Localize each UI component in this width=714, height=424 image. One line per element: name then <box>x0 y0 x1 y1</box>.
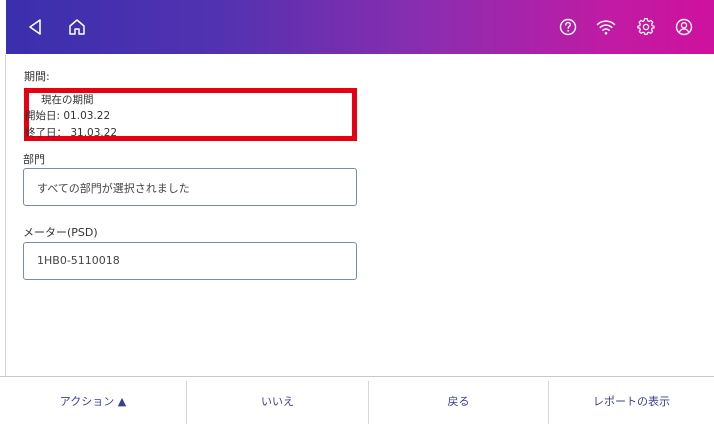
department-label: 部門 <box>23 153 45 166</box>
meter-field[interactable]: 1HB0-5110018 <box>23 242 357 280</box>
bottom-action-bar: アクション ▲ いいえ 戻る レポートの表示 <box>0 376 714 424</box>
period-start-date: 開始日: 01.03.22 <box>25 110 111 122</box>
department-value: すべての部門が選択されました <box>37 182 190 195</box>
back-label: 戻る <box>447 395 470 408</box>
no-button[interactable]: いいえ <box>187 377 368 424</box>
period-end-date: 終了日： 31.03.22 <box>25 127 118 139</box>
back-icon[interactable] <box>21 13 49 41</box>
account-icon[interactable] <box>670 13 698 41</box>
help-icon[interactable] <box>554 13 582 41</box>
show-report-button[interactable]: レポートの表示 <box>549 377 714 424</box>
no-label: いいえ <box>261 395 294 408</box>
settings-icon[interactable] <box>632 13 660 41</box>
back-button[interactable]: 戻る <box>369 377 548 424</box>
period-label: 期間: <box>24 70 50 83</box>
department-field[interactable]: すべての部門が選択されました <box>23 168 357 206</box>
app-window: 期間: 現在の期間 開始日: 01.03.22 終了日： 31.03.22 部門… <box>0 0 714 424</box>
show-report-label: レポートの表示 <box>593 395 670 408</box>
home-icon[interactable] <box>63 13 91 41</box>
action-menu-label: アクション ▲ <box>59 395 127 408</box>
action-menu-button[interactable]: アクション ▲ <box>0 377 186 424</box>
meter-value: 1HB0-5110018 <box>37 254 120 267</box>
top-bar <box>6 0 714 54</box>
wifi-icon[interactable] <box>592 13 620 41</box>
main-content: 期間: 現在の期間 開始日: 01.03.22 終了日： 31.03.22 部門… <box>6 54 714 376</box>
current-period-text: 現在の期間 <box>41 94 94 106</box>
meter-label: メーター(PSD) <box>23 226 98 239</box>
